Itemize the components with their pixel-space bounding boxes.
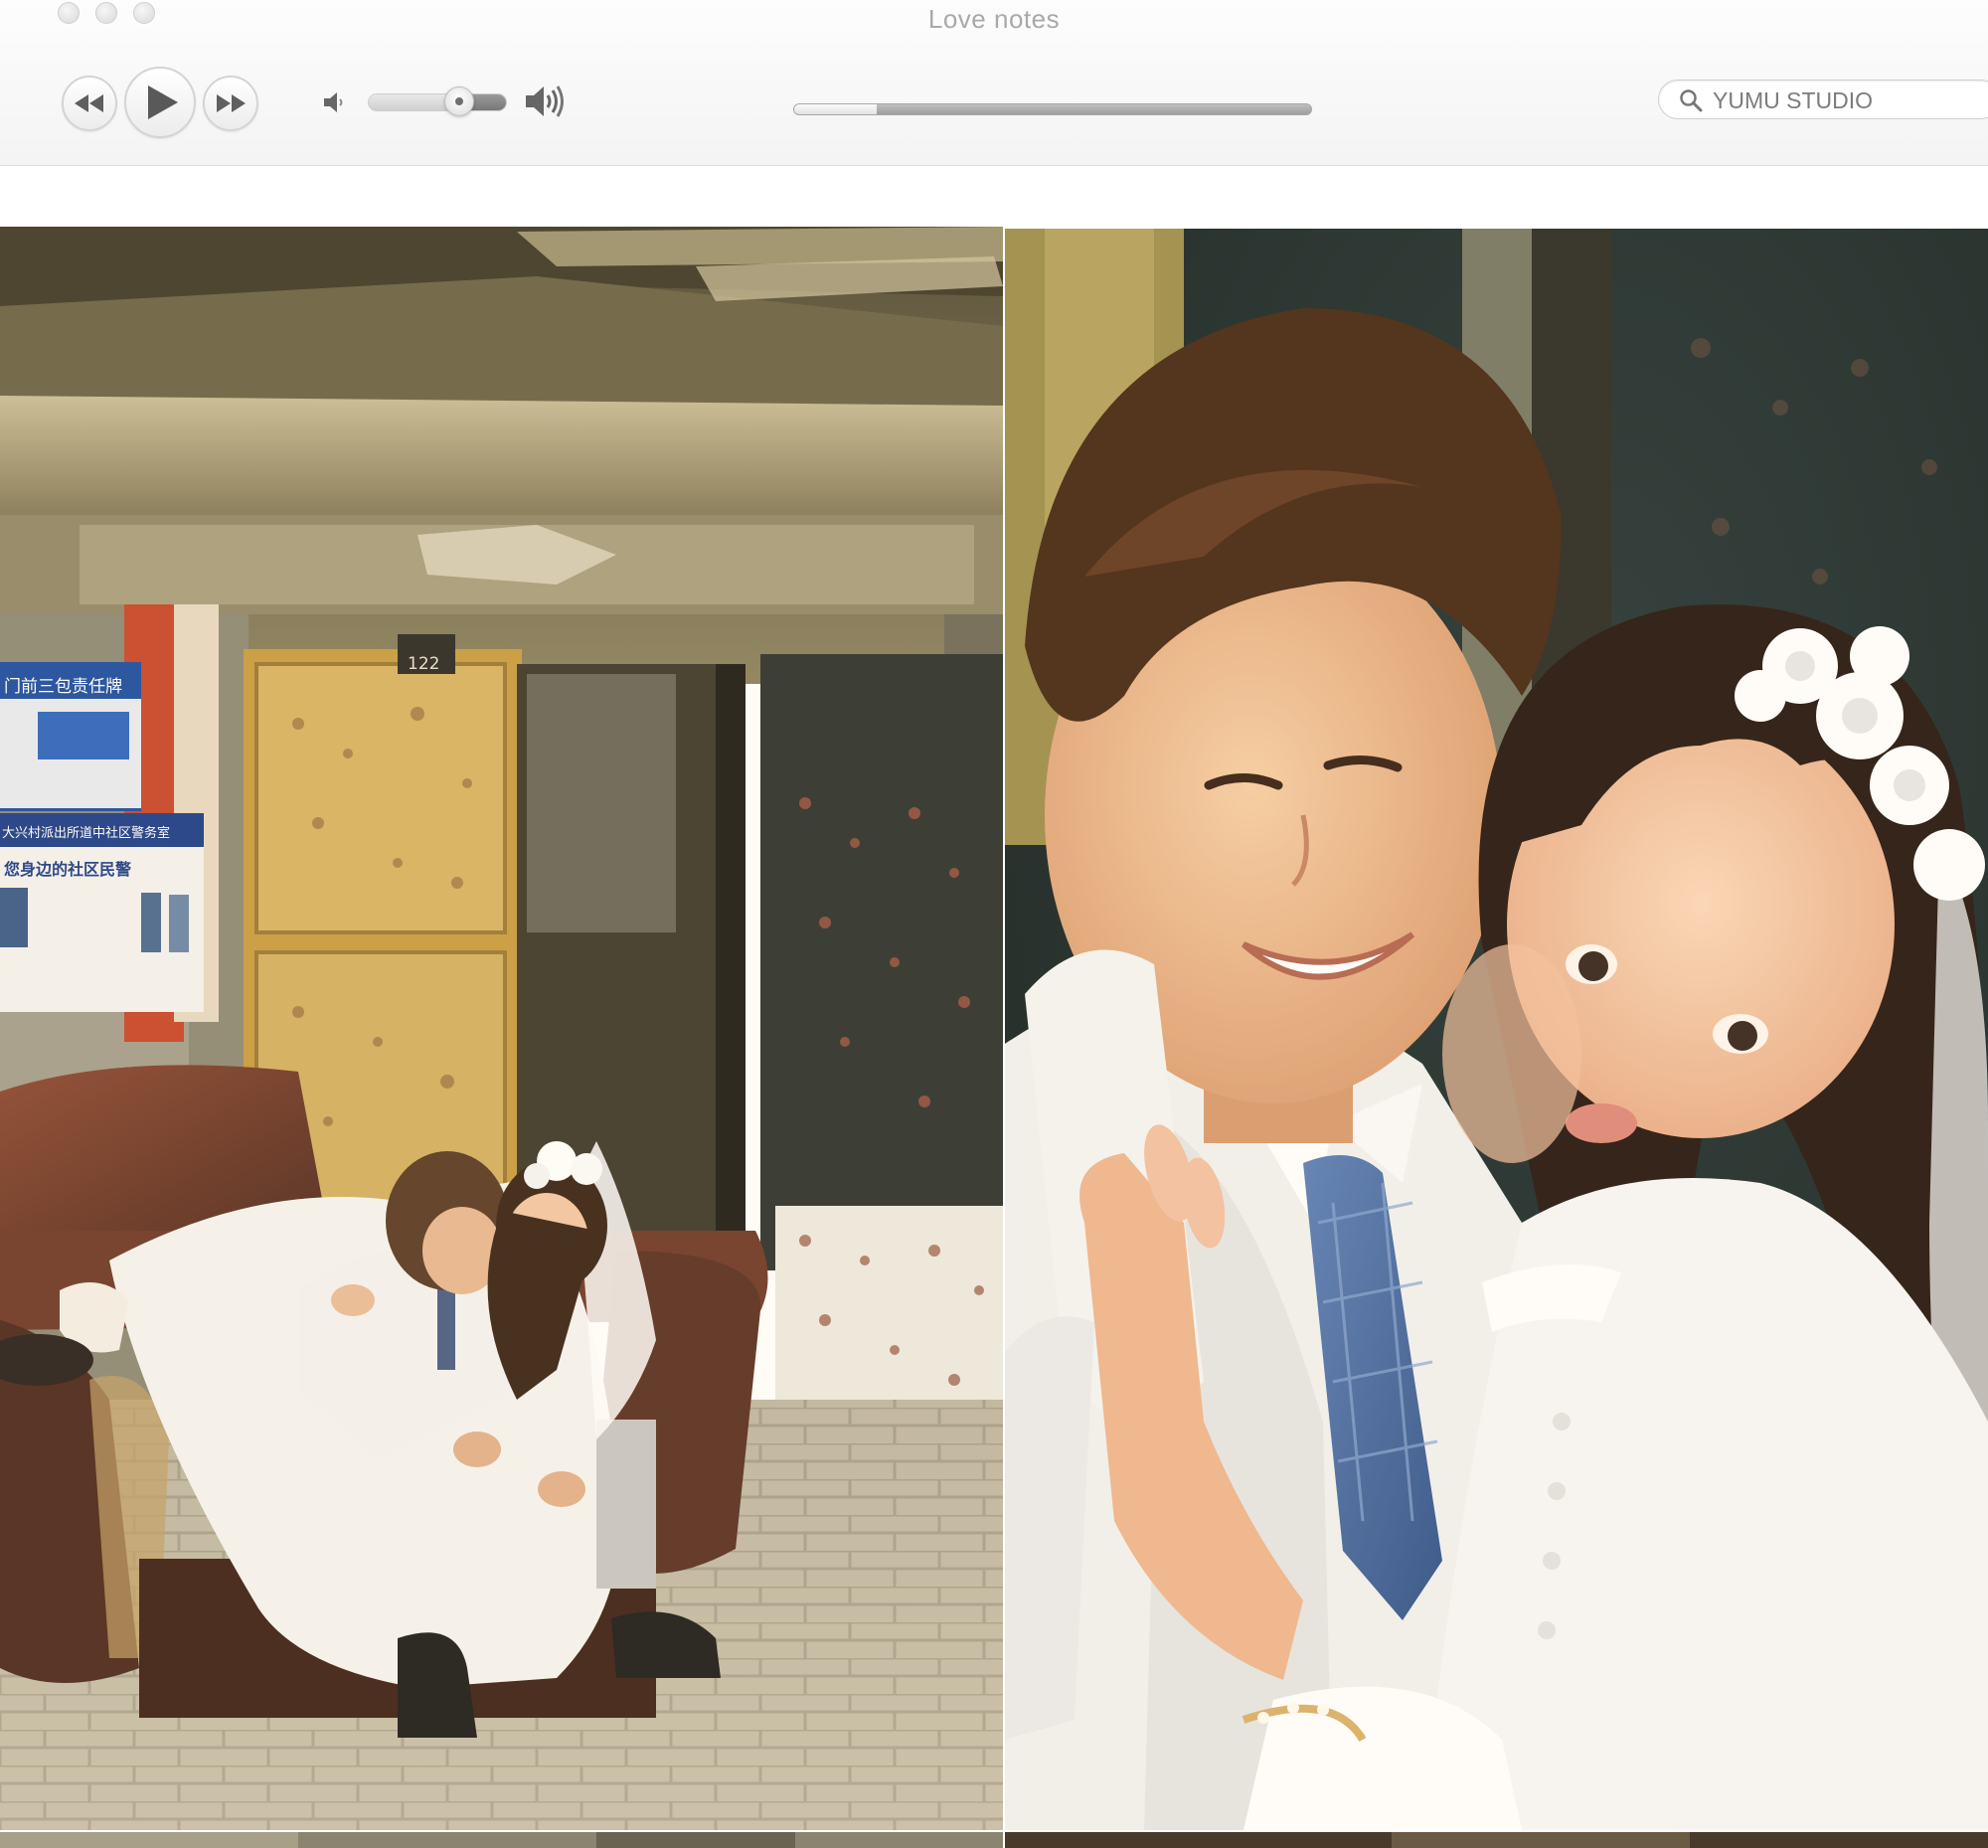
search-input[interactable] xyxy=(1711,83,1973,118)
rewind-icon xyxy=(75,94,103,112)
volume-low-icon[interactable] xyxy=(322,89,348,115)
media-player-window: Love notes YUMU STUDIO 门前三包责任牌 大兴村派出所道中社… xyxy=(0,0,1988,1848)
play-button[interactable] xyxy=(124,67,196,138)
fast-forward-icon xyxy=(217,94,246,112)
search-field[interactable] xyxy=(1658,80,1988,119)
play-icon xyxy=(147,85,178,119)
search-icon xyxy=(1680,89,1703,112)
volume-slider[interactable] xyxy=(368,93,507,111)
photo-couple-closeup xyxy=(1005,229,1988,1830)
photo-couple-on-sofa: 门前三包责任牌 大兴村派出所道中社区警务室 您身边的社区民警 122 xyxy=(0,227,1003,1830)
volume-high-icon[interactable] xyxy=(524,84,568,119)
window-title: Love notes xyxy=(927,4,1061,34)
toolbar: Love notes xyxy=(0,0,1988,166)
rewind-button[interactable] xyxy=(62,76,117,131)
volume-slider-knob[interactable] xyxy=(444,86,475,116)
playback-progress-fill xyxy=(794,104,878,114)
playback-progress-bar[interactable] xyxy=(793,103,1312,115)
next-photo-row-edge xyxy=(0,1832,1988,1848)
fast-forward-button[interactable] xyxy=(203,76,258,131)
